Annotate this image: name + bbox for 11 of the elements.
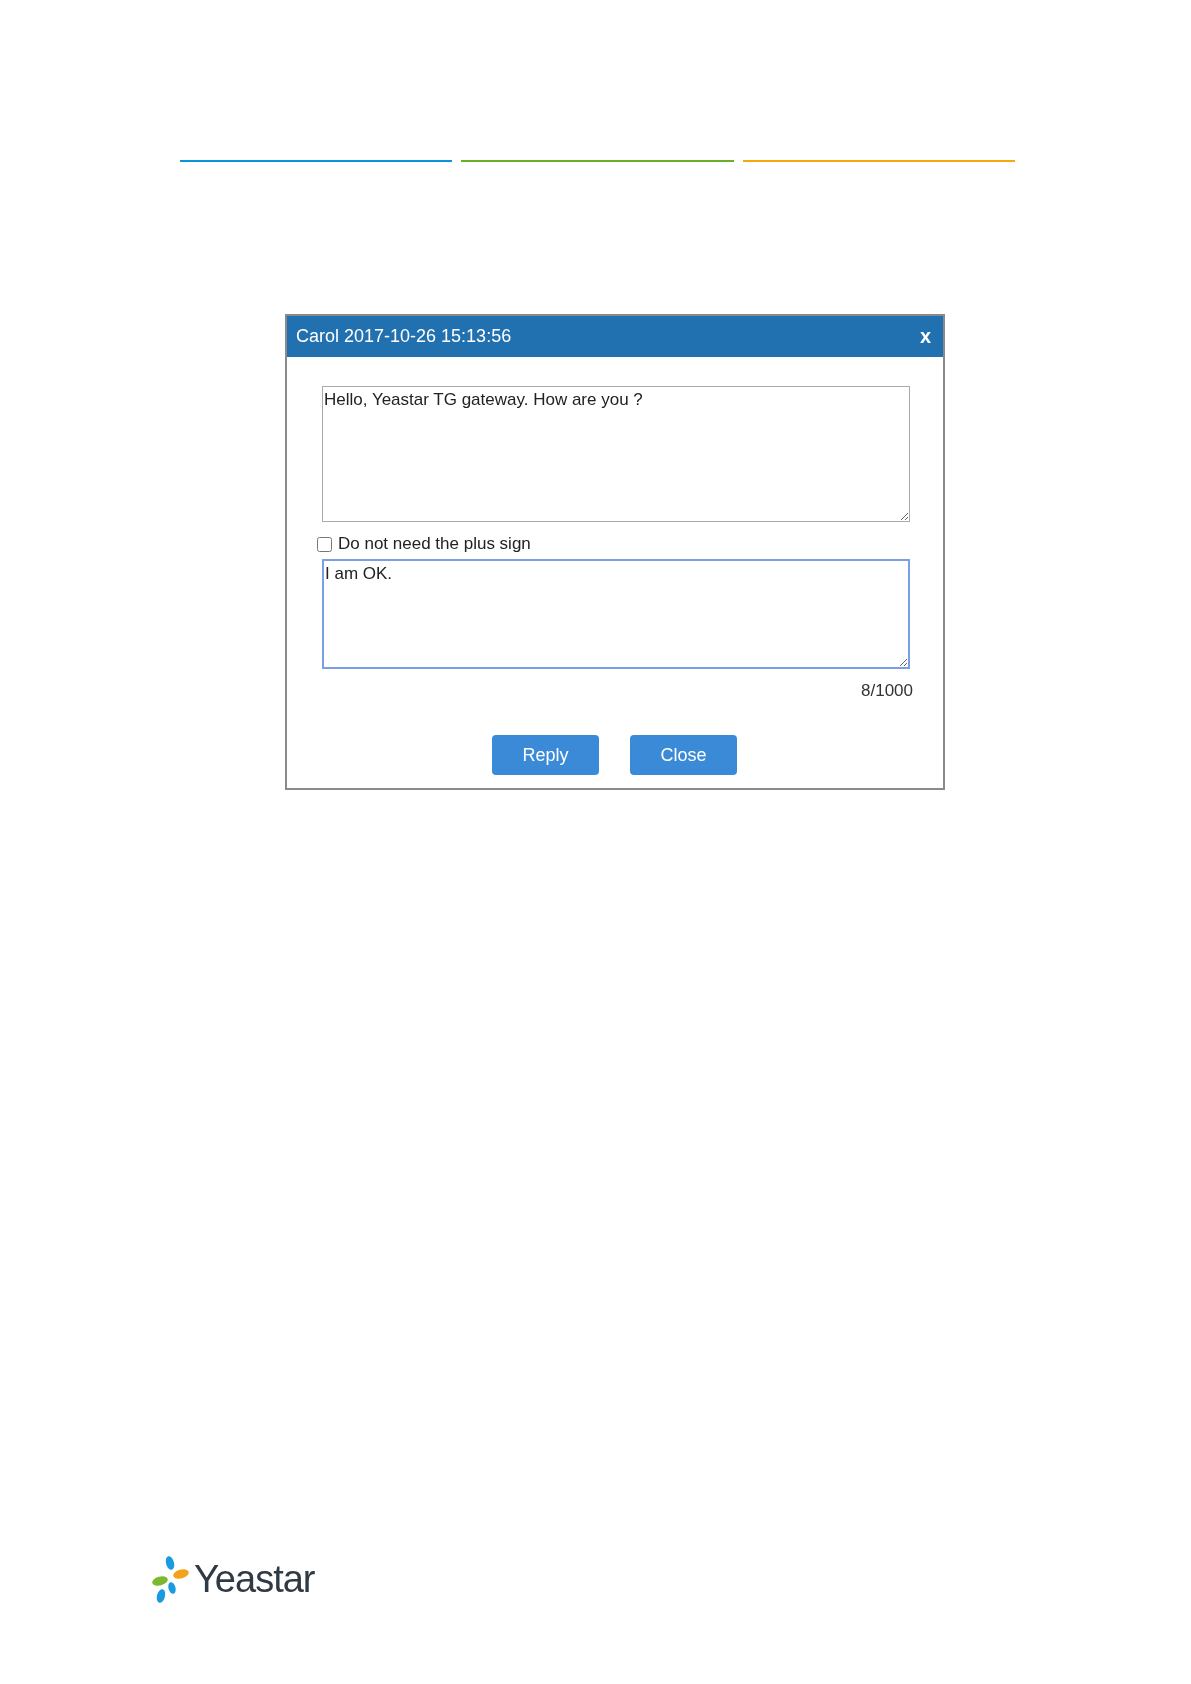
checkbox-label: Do not need the plus sign [338,534,531,554]
window-title: Carol 2017-10-26 15:13:56 [296,326,512,347]
reply-button[interactable]: Reply [492,735,599,775]
checkbox[interactable] [317,536,332,552]
logo-icon [150,1554,192,1604]
character-counter: 8/1000 [861,681,913,701]
reply-field[interactable]: I am OK. [322,559,910,669]
message-field[interactable]: Hello, Yeastar TG gateway. How are you ? [322,386,910,522]
title-close-x[interactable]: x [915,325,935,348]
logo-text: Yeastar [194,1557,315,1601]
close-button[interactable]: Close [630,735,737,775]
